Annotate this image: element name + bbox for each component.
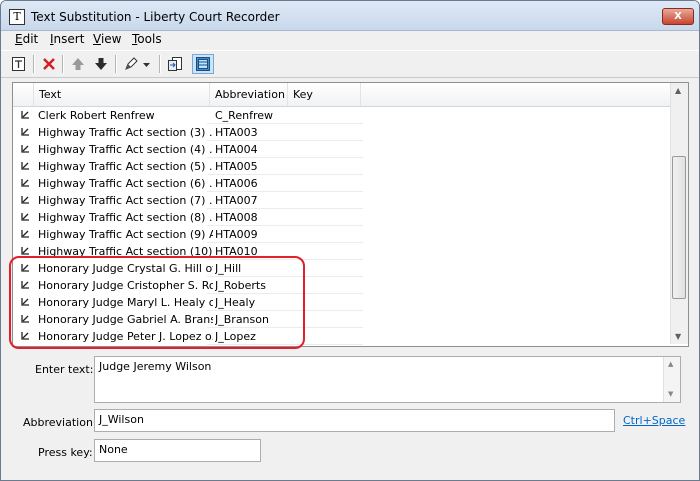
grid-view-icon: [196, 57, 210, 71]
row-abbreviation: HTA009: [215, 228, 258, 241]
import-icon: [168, 57, 182, 71]
move-down-icon: [95, 58, 107, 70]
list-item[interactable]: Highway Traffic Act section (8) ... HTA00…: [13, 209, 373, 226]
menu-tools[interactable]: Tools: [132, 32, 162, 46]
new-text-button[interactable]: [8, 54, 30, 74]
list-item[interactable]: Highway Traffic Act section (4) ... HTA00…: [13, 141, 373, 158]
row-text: Highway Traffic Act section (6) ...: [38, 177, 213, 190]
window-title: Text Substitution - Liberty Court Record…: [31, 10, 280, 24]
column-header-abbreviation[interactable]: Abbreviation: [210, 83, 288, 106]
delete-button[interactable]: [38, 54, 60, 74]
list-item[interactable]: Highway Traffic Act section (5) ... HTA00…: [13, 158, 373, 175]
list-item[interactable]: Highway Traffic Act section (6) ... HTA00…: [13, 175, 373, 192]
substitution-arrow-icon: [21, 111, 29, 119]
row-text: Highway Traffic Act section (5) ...: [38, 160, 213, 173]
title-bar: T Text Substitution - Liberty Court Reco…: [1, 1, 699, 31]
menu-insert[interactable]: Insert: [50, 32, 84, 46]
text-scroll-down-icon[interactable]: ▼: [668, 390, 673, 398]
substitution-arrow-icon: [21, 213, 29, 221]
menu-edit[interactable]: Edit: [15, 32, 38, 46]
scroll-up-icon[interactable]: ▲: [675, 86, 681, 95]
row-text: Highway Traffic Act section (9) A...: [38, 228, 213, 241]
list-header: Text Abbreviation Key: [13, 83, 673, 107]
list-scrollbar[interactable]: ▲ ▼: [670, 83, 688, 344]
menu-view[interactable]: View: [93, 32, 121, 46]
row-text: Highway Traffic Act section (3) ...: [38, 126, 213, 139]
toolbar: [1, 50, 699, 78]
substitution-arrow-icon: [21, 230, 29, 238]
scroll-thumb[interactable]: [672, 156, 686, 299]
substitution-arrow-icon: [21, 179, 29, 187]
row-abbreviation: C_Renfrew: [215, 109, 273, 122]
row-abbreviation: HTA004: [215, 143, 258, 156]
row-text: Highway Traffic Act section (4) ...: [38, 143, 213, 156]
import-button[interactable]: [164, 54, 186, 74]
pen-icon: [125, 57, 138, 70]
column-header-key[interactable]: Key: [288, 83, 361, 106]
pen-dropdown-button[interactable]: [140, 54, 154, 74]
substitution-arrow-icon: [21, 162, 29, 170]
abbreviation-label: Abbreviation:: [23, 416, 97, 429]
enter-text-value: Judge Jeremy Wilson: [99, 360, 212, 373]
abbreviation-input[interactable]: J_Wilson: [94, 409, 615, 432]
list-item[interactable]: Highway Traffic Act section (9) A... HTA0…: [13, 226, 373, 243]
column-header-text[interactable]: Text: [34, 83, 210, 106]
edit-pen-button[interactable]: [120, 54, 142, 74]
delete-icon: [43, 58, 55, 70]
row-abbreviation: HTA008: [215, 211, 258, 224]
text-scroll-up-icon[interactable]: ▲: [668, 360, 673, 368]
move-up-icon: [72, 58, 84, 70]
row-abbreviation: HTA005: [215, 160, 258, 173]
enter-text-field[interactable]: Judge Jeremy Wilson ▲ ▼: [94, 356, 681, 403]
list-item[interactable]: Clerk Robert Renfrew C_Renfrew: [13, 107, 373, 124]
move-up-button[interactable]: [67, 54, 89, 74]
list-item[interactable]: Highway Traffic Act section (3) ... HTA00…: [13, 124, 373, 141]
scroll-down-icon[interactable]: ▼: [675, 332, 681, 341]
substitution-arrow-icon: [21, 247, 29, 255]
menu-bar: Edit Insert View Tools: [1, 31, 699, 49]
text-template-icon: [12, 57, 25, 71]
row-abbreviation: HTA006: [215, 177, 258, 190]
close-button[interactable]: X: [662, 8, 694, 25]
row-text: Highway Traffic Act section (7) ...: [38, 194, 213, 207]
row-text: Clerk Robert Renfrew: [38, 109, 155, 122]
row-abbreviation: HTA003: [215, 126, 258, 139]
app-icon: T: [9, 9, 25, 25]
substitution-arrow-icon: [21, 196, 29, 204]
enter-text-scrollbar[interactable]: ▲ ▼: [663, 357, 680, 402]
annotation-highlight: [9, 256, 305, 349]
substitution-arrow-icon: [21, 145, 29, 153]
press-key-label: Press key:: [38, 446, 93, 459]
ctrl-space-link[interactable]: Ctrl+Space: [623, 414, 685, 427]
grid-view-button[interactable]: [192, 54, 214, 74]
text-substitution-window: T Text Substitution - Liberty Court Reco…: [0, 0, 700, 481]
enter-text-label: Enter text:: [35, 363, 94, 376]
row-abbreviation: HTA007: [215, 194, 258, 207]
header-spacer: [13, 83, 34, 106]
move-down-button[interactable]: [90, 54, 112, 74]
row-text: Highway Traffic Act section (8) ...: [38, 211, 213, 224]
dropdown-icon: [143, 63, 150, 67]
press-key-field[interactable]: None: [94, 439, 261, 462]
substitution-arrow-icon: [21, 128, 29, 136]
list-item[interactable]: Highway Traffic Act section (7) ... HTA00…: [13, 192, 373, 209]
